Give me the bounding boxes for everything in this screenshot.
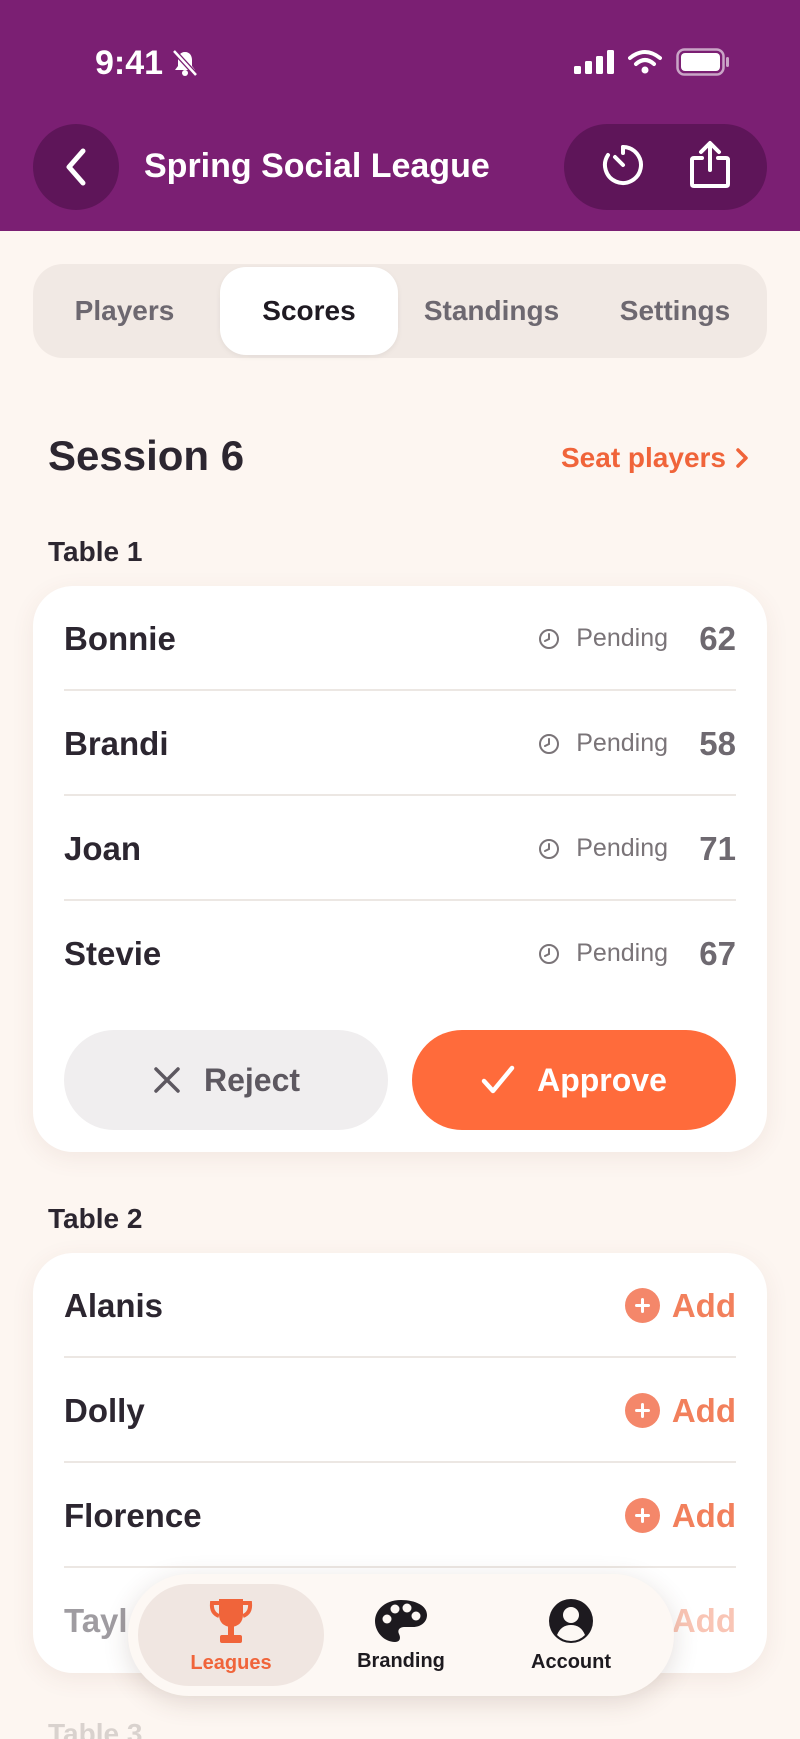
- add-label: Add: [671, 1286, 736, 1324]
- player-name: Bonnie: [64, 619, 176, 657]
- clock-icon: [539, 838, 560, 859]
- account-icon: [549, 1598, 593, 1643]
- share-button[interactable]: [688, 140, 732, 195]
- trophy-icon: [209, 1598, 253, 1643]
- approve-label: Approve: [537, 1061, 667, 1098]
- status-pending: Pending: [538, 834, 668, 863]
- wifi-icon: [628, 50, 662, 74]
- add-score-button[interactable]: Add: [624, 1391, 736, 1430]
- add-label: Add: [671, 1601, 736, 1639]
- table-row[interactable]: Brandi Pending 58: [64, 691, 736, 796]
- nav-label: Leagues: [190, 1651, 272, 1674]
- nav-account[interactable]: Account: [478, 1584, 664, 1686]
- battery-icon: [676, 48, 729, 76]
- score-value: 62: [699, 619, 736, 657]
- table-3-label: Table 3: [48, 1718, 143, 1739]
- player-name: Brandi: [64, 724, 169, 762]
- table-row[interactable]: Bonnie Pending 62: [64, 586, 736, 691]
- share-icon: [690, 140, 731, 188]
- back-button[interactable]: [33, 124, 119, 210]
- nav-label: Account: [531, 1650, 611, 1673]
- clock-icon: [539, 943, 560, 964]
- table-2-label: Table 2: [48, 1203, 143, 1234]
- session-title: Session 6: [48, 432, 245, 479]
- reject-label: Reject: [203, 1061, 301, 1098]
- status-text: Pending: [576, 624, 668, 652]
- chevron-right-icon: [736, 448, 748, 468]
- score-value: 58: [699, 724, 736, 762]
- table-row[interactable]: Joan Pending 71: [64, 796, 736, 901]
- tab-standings[interactable]: Standings: [400, 264, 583, 358]
- player-name: Tayl: [64, 1601, 128, 1639]
- tab-scores[interactable]: Scores: [220, 267, 398, 355]
- chevron-left-icon: [66, 148, 86, 186]
- clock-icon: [539, 733, 560, 754]
- plus-circle-icon: [624, 1393, 660, 1428]
- clock-icon: [539, 628, 560, 649]
- status-text: Pending: [576, 834, 668, 862]
- player-name: Dolly: [64, 1391, 145, 1429]
- tab-players[interactable]: Players: [33, 264, 216, 358]
- nav-leagues[interactable]: Leagues: [138, 1584, 324, 1686]
- reject-button[interactable]: Reject: [64, 1030, 388, 1130]
- status-pending: Pending: [538, 624, 668, 653]
- header-bar: 9:41 Spring Social League: [0, 0, 800, 231]
- segmented-tabs: Players Scores Standings Settings: [33, 264, 767, 358]
- table-row[interactable]: Stevie Pending 67: [64, 901, 736, 1006]
- nav-branding[interactable]: Branding: [308, 1584, 494, 1686]
- score-value: 67: [699, 934, 736, 972]
- player-name: Joan: [64, 829, 142, 867]
- approve-button[interactable]: Approve: [412, 1030, 736, 1130]
- table-1-label: Table 1: [48, 536, 143, 567]
- player-name: Florence: [64, 1496, 202, 1534]
- table-row: Alanis Add: [64, 1253, 736, 1358]
- status-time: 9:41: [95, 44, 164, 82]
- player-name: Stevie: [64, 934, 162, 972]
- seat-players-link[interactable]: Seat players: [561, 442, 750, 474]
- x-icon: [154, 1067, 180, 1093]
- table-row: Florence Add: [64, 1463, 736, 1568]
- bell-slash-icon: [170, 48, 200, 83]
- checkmark-icon: [481, 1065, 515, 1094]
- header-actions: [564, 124, 767, 210]
- plus-circle-icon: [624, 1288, 660, 1323]
- score-value: 71: [699, 829, 736, 867]
- status-pending: Pending: [538, 729, 668, 758]
- add-label: Add: [671, 1496, 736, 1534]
- timer-button[interactable]: [599, 141, 647, 194]
- add-label: Add: [671, 1391, 736, 1429]
- plus-circle-icon: [624, 1498, 660, 1533]
- signal-icon: [574, 50, 614, 74]
- tab-settings[interactable]: Settings: [583, 264, 767, 358]
- table-1-card: Bonnie Pending 62 Brandi Pending 58 Joan…: [33, 586, 767, 1152]
- add-score-button[interactable]: Add: [624, 1286, 736, 1325]
- status-icons: [574, 48, 730, 76]
- status-pending: Pending: [538, 939, 668, 968]
- add-score-button[interactable]: Add: [624, 1496, 736, 1535]
- status-text: Pending: [576, 939, 668, 967]
- seat-players-label: Seat players: [561, 442, 726, 473]
- palette-icon: [375, 1599, 427, 1642]
- timer-icon: [602, 144, 643, 185]
- nav-label: Branding: [357, 1649, 445, 1672]
- bottom-tab-bar: Leagues Branding Account: [128, 1574, 674, 1696]
- table-row: Dolly Add: [64, 1358, 736, 1463]
- league-title: Spring Social League: [144, 147, 490, 185]
- player-name: Alanis: [64, 1286, 164, 1324]
- status-text: Pending: [576, 729, 668, 757]
